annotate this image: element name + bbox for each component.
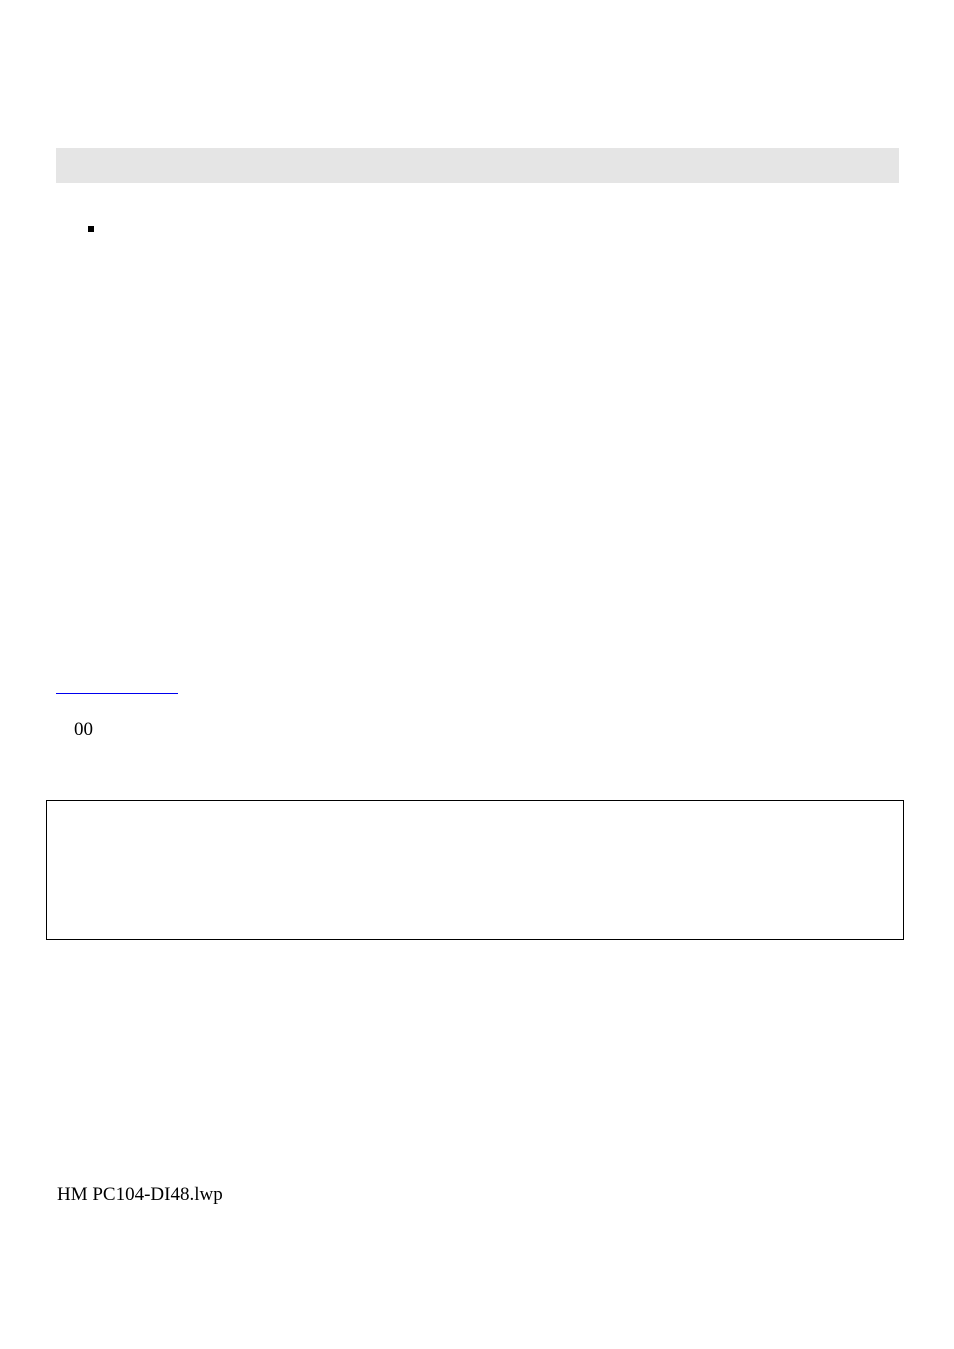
text-zeros: 00 <box>74 719 93 741</box>
section-header-bar <box>56 148 899 183</box>
bullet-icon <box>88 226 94 232</box>
hyperlink-underline[interactable] <box>56 693 178 694</box>
content-box <box>46 800 904 940</box>
footer-filename: HM PC104-DI48.lwp <box>57 1184 223 1206</box>
